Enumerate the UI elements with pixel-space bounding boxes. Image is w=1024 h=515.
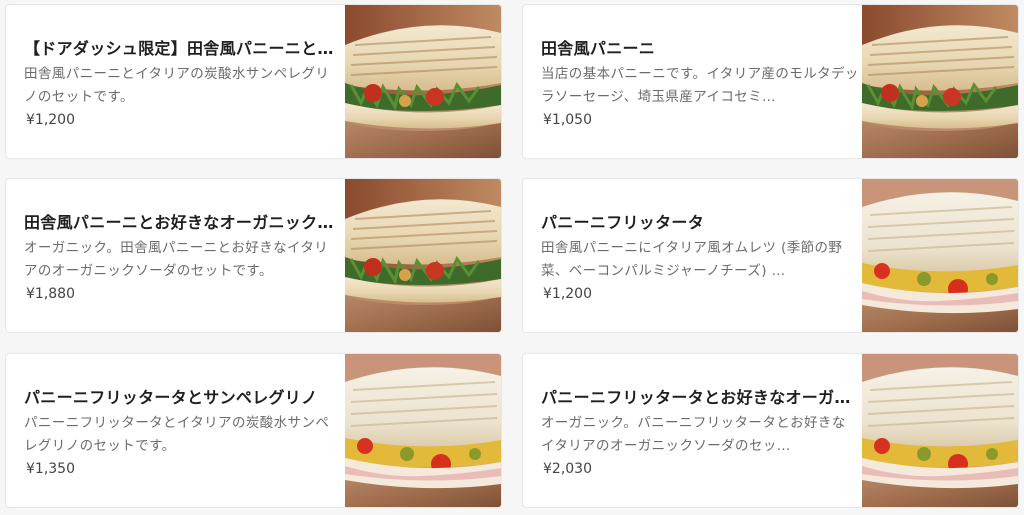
menu-item-price: ¥1,050 (543, 112, 592, 128)
frittata-panini-photo (862, 354, 1018, 507)
menu-item-title: 【ドアダッシュ限定】田舎風パニーニとサンペレグリノのセット (24, 39, 342, 58)
menu-item-description: パニーニフリッタータとイタリアの炭酸水サンペレグリノのセットです。 (24, 415, 330, 454)
menu-item-description: 田舎風パニーニにイタリア風オムレツ (季節の野菜、ベーコンパルミジャーノチーズ)… (541, 240, 843, 279)
menu-grid: 【ドアダッシュ限定】田舎風パニーニとサンペレグリノのセット 田舎風パニーニとイタ… (0, 0, 1024, 515)
menu-item-price: ¥1,350 (26, 461, 75, 477)
menu-item-card[interactable]: パニーニフリッタータとサンペレグリノ パニーニフリッタータとイタリアの炭酸水サン… (5, 353, 502, 508)
menu-item-description: オーガニック。パニーニフリッタータとお好きなイタリアのオーガニックソーダのセッ… (541, 415, 846, 454)
menu-item-price: ¥2,030 (543, 461, 592, 477)
menu-item-card[interactable]: 田舎風パニーニとお好きなオーガニックソーダ オーガニック。田舎風パニーニとお好き… (5, 178, 502, 333)
menu-item-text: パニーニフリッタータとサンペレグリノ パニーニフリッタータとイタリアの炭酸水サン… (24, 354, 342, 507)
menu-item-price: ¥1,200 (543, 286, 592, 302)
menu-item-description: オーガニック。田舎風パニーニとお好きなイタリアのオーガニックソーダのセットです。 (24, 240, 329, 279)
rustic-panini-photo (345, 179, 501, 332)
menu-item-text: 【ドアダッシュ限定】田舎風パニーニとサンペレグリノのセット 田舎風パニーニとイタ… (24, 5, 342, 158)
menu-item-title: 田舎風パニーニ (541, 39, 656, 58)
menu-item-description: 当店の基本パニーニです。イタリア産のモルタデッラソーセージ、埼玉県産アイコセミ… (541, 66, 859, 105)
frittata-panini-photo (862, 179, 1018, 332)
menu-item-title: 田舎風パニーニとお好きなオーガニックソーダ (24, 213, 342, 232)
menu-item-text: パニーニフリッタータとお好きなオーガニックソーダ オーガニック。パニーニフリッタ… (541, 354, 859, 507)
menu-item-title: パニーニフリッタータ (541, 213, 705, 232)
menu-item-text: 田舎風パニーニとお好きなオーガニックソーダ オーガニック。田舎風パニーニとお好き… (24, 179, 342, 332)
menu-item-title: パニーニフリッタータとお好きなオーガニックソーダ (541, 388, 859, 407)
frittata-panini-photo (345, 354, 501, 507)
menu-item-card[interactable]: 田舎風パニーニ 当店の基本パニーニです。イタリア産のモルタデッラソーセージ、埼玉… (522, 4, 1019, 159)
menu-item-title: パニーニフリッタータとサンペレグリノ (24, 388, 318, 407)
menu-item-text: パニーニフリッタータ 田舎風パニーニにイタリア風オムレツ (季節の野菜、ベーコン… (541, 179, 859, 332)
rustic-panini-photo (862, 5, 1018, 158)
menu-item-card[interactable]: パニーニフリッタータ 田舎風パニーニにイタリア風オムレツ (季節の野菜、ベーコン… (522, 178, 1019, 333)
menu-item-price: ¥1,880 (26, 286, 75, 302)
menu-item-text: 田舎風パニーニ 当店の基本パニーニです。イタリア産のモルタデッラソーセージ、埼玉… (541, 5, 859, 158)
menu-item-card[interactable]: パニーニフリッタータとお好きなオーガニックソーダ オーガニック。パニーニフリッタ… (522, 353, 1019, 508)
menu-item-price: ¥1,200 (26, 112, 75, 128)
menu-item-card[interactable]: 【ドアダッシュ限定】田舎風パニーニとサンペレグリノのセット 田舎風パニーニとイタ… (5, 4, 502, 159)
rustic-panini-photo (345, 5, 501, 158)
menu-item-description: 田舎風パニーニとイタリアの炭酸水サンペレグリノのセットです。 (24, 66, 330, 105)
